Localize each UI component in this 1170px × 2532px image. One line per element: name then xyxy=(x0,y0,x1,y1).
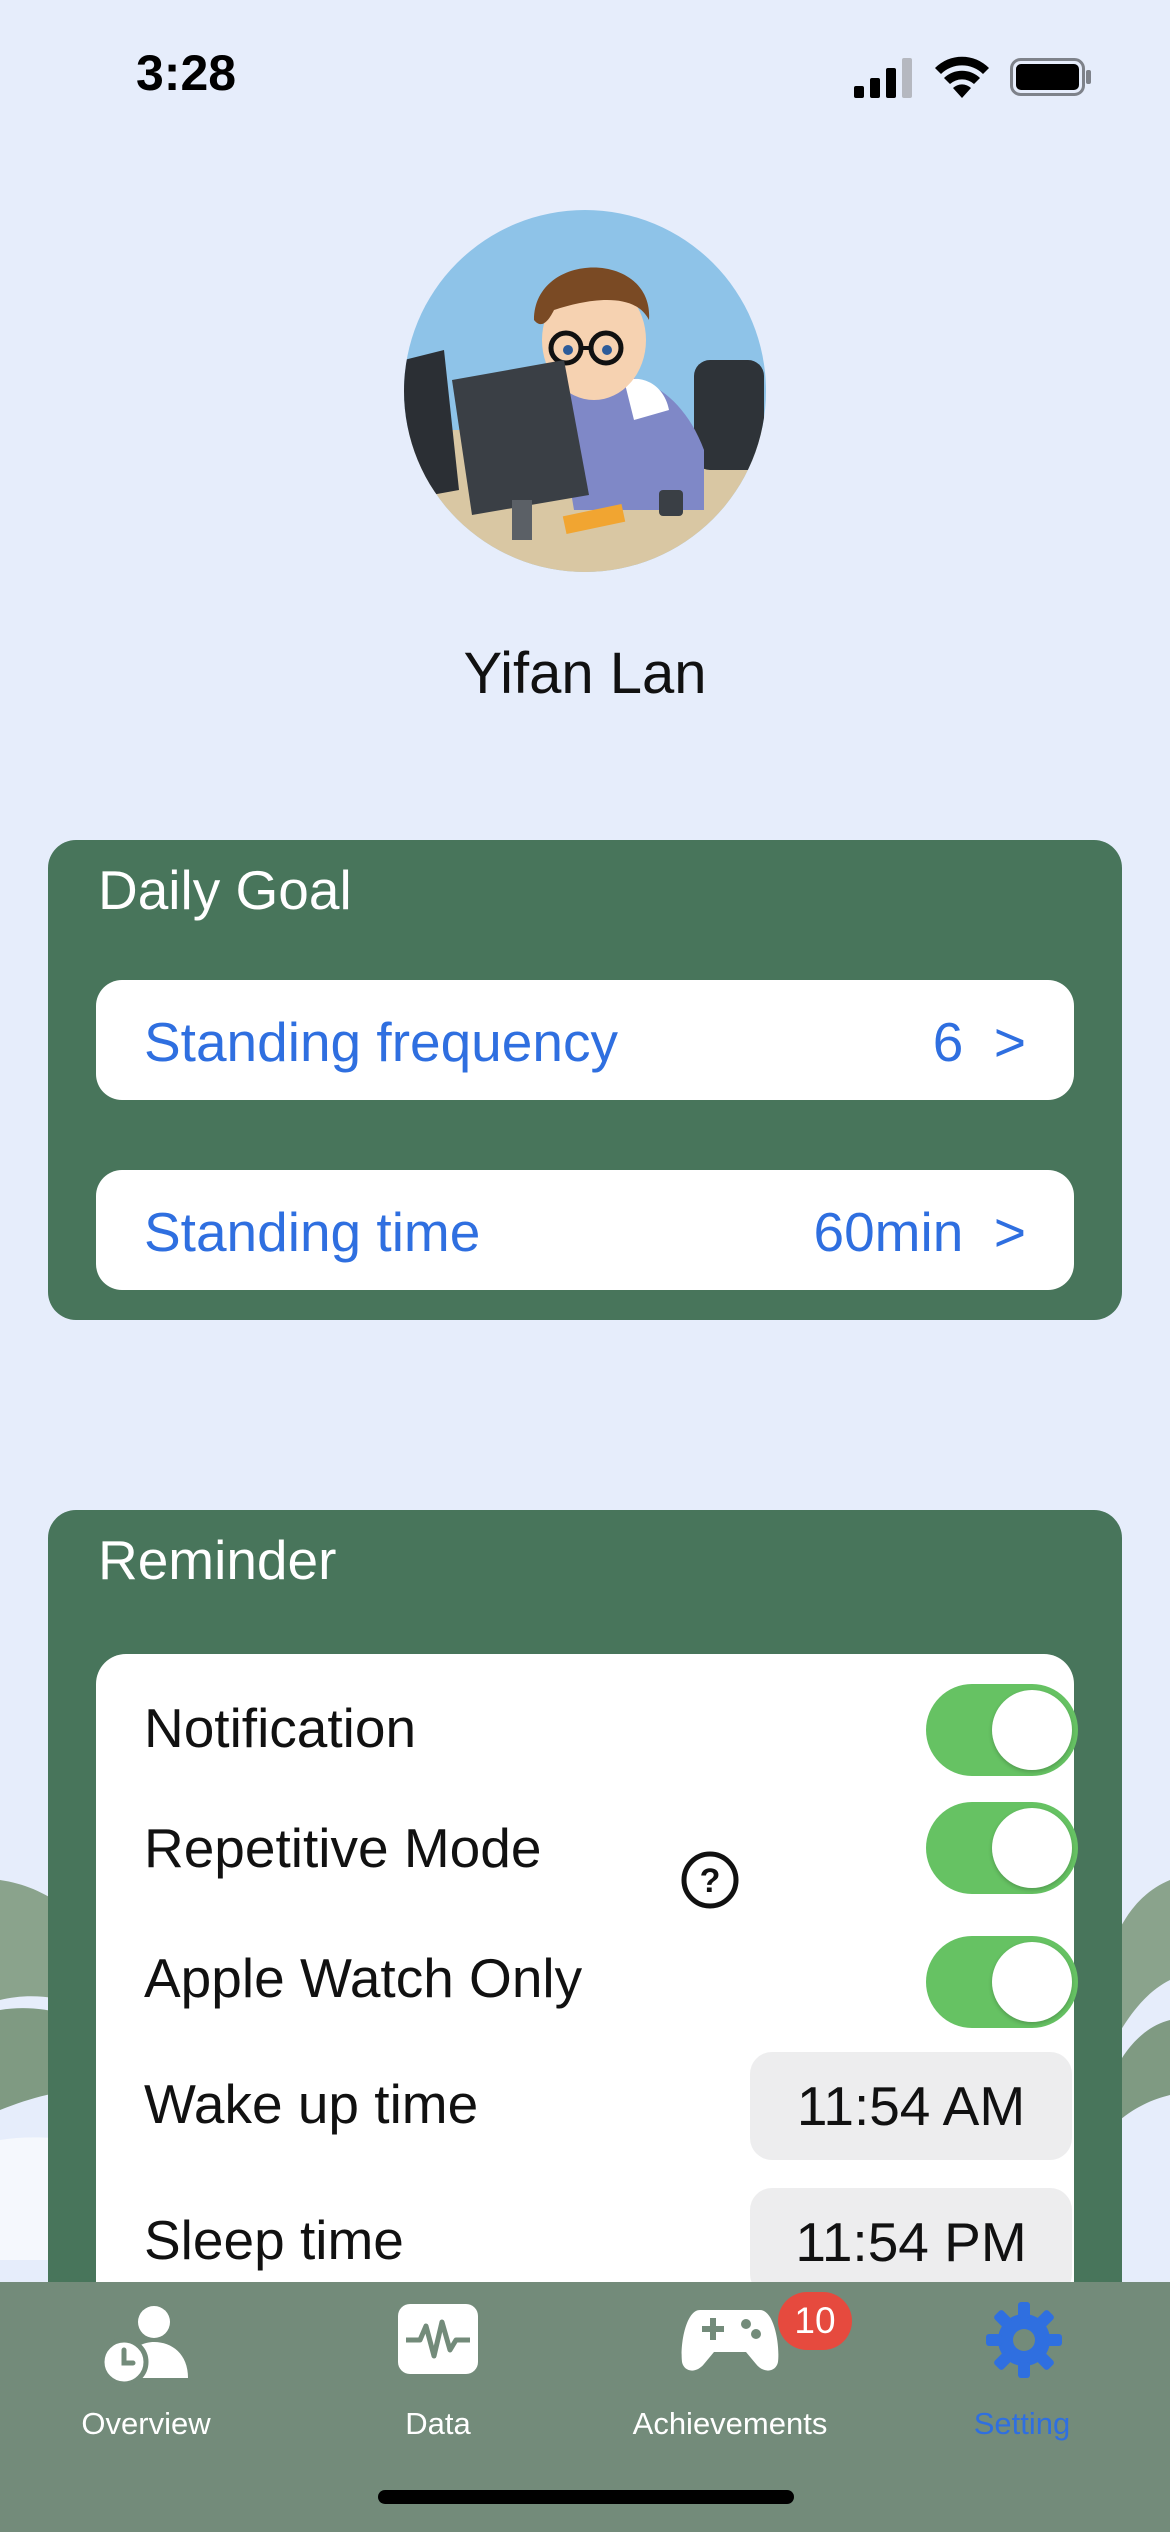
chevron-right-icon: > xyxy=(993,1201,1026,1263)
reminder-card: Reminder Notification Repetitive Mode ? … xyxy=(48,1510,1122,2414)
achievements-badge: 10 xyxy=(778,2292,852,2350)
svg-text:?: ? xyxy=(700,1862,721,1900)
daily-goal-title: Daily Goal xyxy=(98,859,352,921)
standing-frequency-value: 6 > xyxy=(932,1011,1026,1073)
daily-goal-card: Daily Goal Standing frequency 6 > Standi… xyxy=(48,840,1122,1320)
apple-watch-only-toggle[interactable] xyxy=(926,1936,1078,2028)
standing-frequency-label: Standing frequency xyxy=(144,1011,618,1073)
chevron-right-icon: > xyxy=(993,1011,1026,1073)
tab-data-label: Data xyxy=(405,2406,471,2441)
cellular-signal-icon xyxy=(854,58,912,98)
notification-label: Notification xyxy=(144,1697,417,1759)
waveform-icon xyxy=(398,2304,478,2374)
standing-frequency-row[interactable]: Standing frequency 6 > xyxy=(96,980,1074,1100)
tab-setting-label: Setting xyxy=(973,2406,1071,2441)
reminder-title: Reminder xyxy=(98,1529,337,1591)
user-name: Yifan Lan xyxy=(463,641,707,706)
repetitive-mode-toggle[interactable] xyxy=(926,1802,1078,1894)
status-time: 3:28 xyxy=(136,45,237,101)
sleep-time-label: Sleep time xyxy=(144,2209,404,2271)
tab-setting[interactable]: Setting xyxy=(876,2282,1168,2452)
person-clock-icon xyxy=(100,2306,188,2386)
notification-toggle[interactable] xyxy=(926,1684,1078,1776)
standing-time-row[interactable]: Standing time 60min > xyxy=(96,1170,1074,1290)
wifi-icon xyxy=(935,56,989,98)
battery-icon xyxy=(1010,58,1091,96)
tab-data[interactable]: Data xyxy=(292,2282,584,2452)
wake-up-time-picker[interactable]: 11:54 AM xyxy=(750,2052,1072,2160)
tab-overview-label: Overview xyxy=(81,2406,211,2441)
sleep-time-picker[interactable]: 11:54 PM xyxy=(750,2188,1072,2296)
standing-time-value: 60min > xyxy=(813,1201,1027,1263)
apple-watch-only-label: Apple Watch Only xyxy=(144,1947,583,2009)
tab-overview[interactable]: Overview xyxy=(0,2282,292,2452)
home-indicator xyxy=(378,2490,794,2504)
avatar[interactable] xyxy=(404,210,766,572)
repetitive-mode-label: Repetitive Mode xyxy=(144,1817,542,1879)
question-circle-icon[interactable]: ? xyxy=(680,1850,740,1910)
gamecontroller-icon xyxy=(681,2310,779,2371)
tab-achievements-label: Achievements xyxy=(632,2406,828,2441)
wake-up-time-label: Wake up time xyxy=(144,2073,479,2135)
standing-time-label: Standing time xyxy=(144,1201,481,1263)
tab-achievements[interactable]: 10 Achievements xyxy=(584,2282,876,2452)
gear-icon xyxy=(986,2302,1062,2378)
